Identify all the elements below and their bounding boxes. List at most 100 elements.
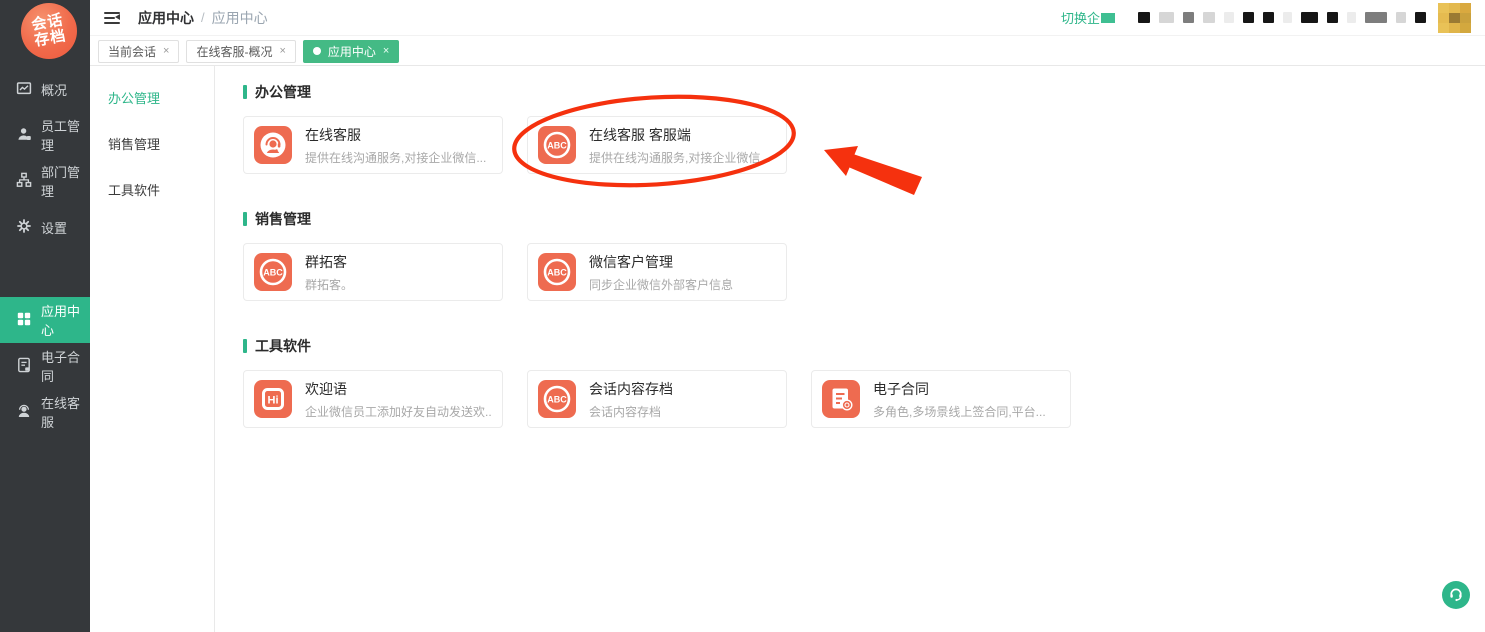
app-description: 提供在线沟通服务,对接企业微信...: [305, 149, 486, 166]
tab-在线客服-概况[interactable]: 在线客服-概况 ×: [186, 40, 295, 63]
app-card-在线客服[interactable]: 在线客服提供在线沟通服务,对接企业微信...: [243, 116, 503, 174]
app-card-电子合同[interactable]: 电子合同多角色,多场景线上签合同,平台...: [811, 370, 1071, 428]
redaction-block: [1365, 12, 1387, 23]
card-row: 在线客服提供在线沟通服务,对接企业微信... ABC 在线客服 客服端提供在线沟通服…: [243, 116, 1485, 174]
sidebar-item-contract[interactable]: 电子合同: [0, 343, 90, 389]
settings-icon: [16, 218, 32, 237]
svg-text:Hi: Hi: [268, 394, 279, 406]
subnav-item-销售管理[interactable]: 销售管理: [90, 120, 214, 166]
app-name: 欢迎语: [305, 379, 492, 399]
app-card-群拓客[interactable]: ABC 群拓客群拓客。: [243, 243, 503, 301]
app-card-欢迎语[interactable]: Hi 欢迎语企业微信员工添加好友自动发送欢...: [243, 370, 503, 428]
subnav-item-工具软件[interactable]: 工具软件: [90, 166, 214, 212]
sidebar-nav: 概况员工管理部门管理设置应用中心电子合同在线客服: [0, 66, 90, 435]
tab-label: 当前会话: [108, 43, 156, 60]
redaction-block: [1183, 12, 1194, 23]
header-right: 切换企: [1061, 3, 1471, 33]
app-name: 群拓客: [305, 252, 353, 272]
app-card-text: 会话内容存档会话内容存档: [589, 379, 673, 420]
tab-close-icon[interactable]: ×: [163, 45, 169, 57]
breadcrumb-root[interactable]: 应用中心: [138, 8, 194, 28]
breadcrumb-separator: /: [201, 10, 205, 25]
redaction-block: [1347, 12, 1356, 23]
sidebar-item-label: 部门管理: [41, 162, 90, 200]
app-description: 多角色,多场景线上签合同,平台...: [873, 403, 1046, 420]
sidebar-item-label: 员工管理: [41, 116, 90, 154]
sidebar-item-overview[interactable]: 概况: [0, 66, 90, 112]
app-card-会话内容存档[interactable]: ABC 会话内容存档会话内容存档: [527, 370, 787, 428]
card-row: ABC 群拓客群拓客。 ABC微信客户管理同步企业微信外部客户信息: [243, 243, 1485, 301]
brand-logo-text: 会话 存档: [30, 12, 67, 49]
app-card-微信客户管理[interactable]: ABC微信客户管理同步企业微信外部客户信息: [527, 243, 787, 301]
redaction-block: [1263, 12, 1274, 23]
tab-当前会话[interactable]: 当前会话 ×: [98, 40, 179, 63]
redaction-block: [1138, 12, 1150, 23]
app-name: 微信客户管理: [589, 252, 733, 272]
section-办公管理: 办公管理在线客服提供在线沟通服务,对接企业微信...ABC在线客服 客服端提供在…: [243, 82, 1485, 174]
switch-company-label: 切换企: [1061, 8, 1100, 27]
app-description: 同步企业微信外部客户信息: [589, 276, 733, 293]
tab-close-icon[interactable]: ×: [383, 45, 389, 57]
section-header: 销售管理: [243, 209, 1485, 229]
breadcrumb-current: 应用中心: [212, 8, 268, 28]
switch-company-link[interactable]: 切换企: [1061, 8, 1115, 27]
redaction-block: [1203, 12, 1215, 23]
sidebar-item-label: 电子合同: [41, 347, 90, 385]
redaction-block: [1159, 12, 1174, 23]
tab-close-icon[interactable]: ×: [279, 45, 285, 57]
abc-icon: ABC: [254, 253, 292, 291]
employee-icon: [16, 126, 32, 145]
app-card-text: 在线客服 客服端提供在线沟通服务,对接企业微信...: [589, 125, 770, 166]
app-description: 群拓客。: [305, 276, 353, 293]
subnav-item-办公管理[interactable]: 办公管理: [90, 74, 214, 120]
redaction-block: [1283, 12, 1292, 23]
app-card-在线客服 客服端[interactable]: ABC 在线客服 客服端提供在线沟通服务,对接企业微信...: [527, 116, 787, 174]
card-row: Hi 欢迎语企业微信员工添加好友自动发送欢... ABC 会话内容存档会话内容存档 电子…: [243, 370, 1485, 428]
redaction-block: [1396, 12, 1406, 23]
app-name: 会话内容存档: [589, 379, 673, 399]
headset-icon: [1448, 587, 1464, 603]
customer-service-icon: [254, 126, 292, 164]
switch-company-redaction: [1101, 13, 1115, 23]
section-销售管理: 销售管理 ABC 群拓客群拓客。 ABC微信客户管理同步企业微信外部客户信息: [243, 209, 1485, 301]
customer-service-fab[interactable]: [1442, 581, 1470, 609]
section-工具软件: 工具软件Hi欢迎语企业微信员工添加好友自动发送欢...ABC会话内容存档会话内容…: [243, 336, 1485, 428]
redaction-block: [1327, 12, 1338, 23]
service-icon: [16, 403, 32, 422]
sidebar-item-service[interactable]: 在线客服: [0, 389, 90, 435]
tab-应用中心[interactable]: 应用中心×: [303, 40, 399, 63]
sidebar-item-employee[interactable]: 员工管理: [0, 112, 90, 158]
hi-icon: Hi: [254, 380, 292, 418]
svg-text:ABC: ABC: [263, 268, 283, 278]
sidebar-item-label: 应用中心: [41, 301, 90, 339]
brand-logo-line2: 存档: [33, 28, 67, 49]
sidebar-item-settings[interactable]: 设置: [0, 204, 90, 250]
sidebar-item-label: 在线客服: [41, 393, 90, 431]
collapse-sidebar-icon[interactable]: [104, 12, 120, 24]
app-name: 电子合同: [873, 379, 1046, 399]
abc-icon: ABC: [538, 126, 576, 164]
app-center-content: 办公管理在线客服提供在线沟通服务,对接企业微信...ABC在线客服 客服端提供在…: [215, 66, 1485, 632]
tab-label: 在线客服-概况: [196, 43, 272, 60]
app-description: 会话内容存档: [589, 403, 673, 420]
redaction-block: [1224, 12, 1234, 23]
app-card-text: 欢迎语企业微信员工添加好友自动发送欢...: [305, 379, 492, 420]
sidebar-item-department[interactable]: 部门管理: [0, 158, 90, 204]
redaction-block: [1415, 12, 1426, 23]
svg-text:ABC: ABC: [547, 141, 567, 151]
logo-area: 会话 存档: [0, 0, 90, 62]
sidebar-item-label: 概况: [41, 80, 67, 99]
sidebar-item-label: 设置: [41, 218, 67, 237]
app-name: 在线客服: [305, 125, 486, 145]
sidebar-gap: [0, 250, 90, 297]
section-accent-bar: [243, 212, 247, 226]
section-accent-bar: [243, 339, 247, 353]
redacted-company-name: [1129, 12, 1426, 23]
tab-bar: 当前会话×在线客服-概况×应用中心×: [90, 37, 1485, 66]
sidebar-item-app-center[interactable]: 应用中心: [0, 297, 90, 343]
redaction-block: [1243, 12, 1254, 23]
department-icon: [16, 172, 32, 191]
user-avatar[interactable]: [1438, 3, 1471, 33]
svg-text:ABC: ABC: [547, 395, 567, 405]
app-description: 企业微信员工添加好友自动发送欢...: [305, 403, 492, 420]
